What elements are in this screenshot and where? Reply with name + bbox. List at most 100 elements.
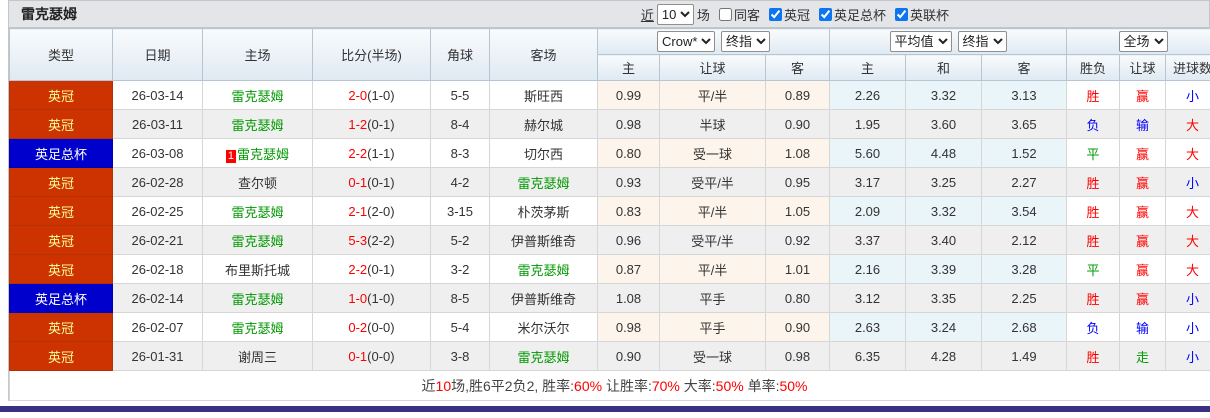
odds-home: 1.08 [597,283,660,313]
table-row: 英冠 26-01-31 谢周三 0-1(0-0) 3-8 雷克瑟姆 0.90 受一球 0.98 6… [9,341,1210,371]
match-date: 26-02-21 [112,225,203,255]
away-team: 斯旺西 [489,80,598,110]
match-score: 2-2(0-1) [312,254,431,284]
result-goals: 大 [1165,196,1210,226]
summary-stat-value: 70% [651,377,680,394]
match-date: 26-02-07 [112,312,203,342]
home-team: 雷克瑟姆 [202,109,313,139]
table-row: 英冠 26-02-21 雷克瑟姆 5-3(2-2) 5-2 伊普斯维奇 0.96 受平/半 0.… [9,225,1210,255]
result-handicap: 赢 [1119,138,1167,168]
avg-draw: 4.28 [905,341,982,371]
fulltime-score: 0-2 [348,319,368,335]
home-team: 雷克瑟姆 [202,225,313,255]
avg-away: 2.12 [980,225,1068,255]
match-score: 0-1(0-0) [312,341,431,371]
odds-handicap: 平/半 [659,254,766,284]
table-row: 英冠 26-03-14 雷克瑟姆 2-0(1-0) 5-5 斯旺西 0.99 平/半 0.89 2… [9,80,1210,110]
corner-count: 5-2 [430,225,490,255]
avg-draw: 3.40 [905,225,982,255]
avg-home: 3.12 [829,283,906,313]
match-date: 26-02-18 [112,254,203,284]
avg-draw: 4.48 [905,138,982,168]
corner-count: 5-4 [430,312,490,342]
odds-handicap: 平手 [659,312,766,342]
match-score: 1-2(0-1) [312,109,431,139]
recent-count-select[interactable]: 10 [656,3,694,25]
odds-home: 0.98 [597,109,660,139]
filter-facup-checkbox[interactable] [818,7,832,21]
col-header-score: 比分(半场) [312,28,431,81]
summary-text: 单率: [743,377,780,394]
result-wdl: 平 [1066,138,1121,168]
result-wdl: 胜 [1066,167,1121,197]
halftime-score: (1-0) [367,87,395,103]
fulltime-score: 2-0 [348,87,368,103]
avg-stage-select[interactable]: 终指 [957,31,1007,52]
match-date: 26-01-31 [112,341,203,371]
filter-controls: 近 10 场 同客 英冠 英足总杯 英联杯 [641,3,949,25]
filter-league-checkbox[interactable] [768,7,782,21]
match-rows: 英冠 26-03-14 雷克瑟姆 2-0(1-0) 5-5 斯旺西 0.99 平/半 0.89 2… [9,80,1210,371]
home-team: 雷克瑟姆 [202,283,313,313]
odds-away: 0.89 [765,80,830,110]
scope-select[interactable]: 全场 [1118,31,1168,52]
odds-away: 1.01 [765,254,830,284]
result-goals: 大 [1165,254,1210,284]
subcol-odds-home: 主 [597,54,660,81]
stats-panel: 雷克瑟姆 近 10 场 同客 英冠 英足总杯 英联杯 类型 日期 主场 比分(半… [8,0,1210,401]
avg-home: 2.09 [829,196,906,226]
home-team-name: 雷克瑟姆 [237,146,290,162]
avg-draw: 3.32 [905,80,982,110]
result-group-header: 全场 [1066,28,1210,55]
home-team-name: 雷克瑟姆 [231,204,284,220]
avg-away: 3.65 [980,109,1068,139]
result-wdl: 负 [1066,312,1121,342]
avg-away: 2.27 [980,167,1068,197]
result-goals: 小 [1165,80,1210,110]
match-date: 26-02-28 [112,167,203,197]
subcol-avg-draw: 和 [905,54,982,81]
avg-home: 2.16 [829,254,906,284]
home-team-name: 雷克瑟姆 [231,88,284,104]
result-goals: 大 [1165,109,1210,139]
table-row: 英冠 26-02-07 雷克瑟姆 0-2(0-0) 5-4 米尔沃尔 0.98 平手 0.90 2… [9,312,1210,342]
table-row: 英冠 26-02-18 布里斯托城 2-2(0-1) 3-2 雷克瑟姆 0.87 平/半 1.0… [9,254,1210,284]
match-score: 5-3(2-2) [312,225,431,255]
odds-stage-select[interactable]: 终指 [721,31,770,52]
fulltime-score: 1-0 [348,290,368,306]
subcol-avg-home: 主 [829,54,906,81]
corner-count: 5-5 [430,80,490,110]
away-team-name: 雷克瑟姆 [517,349,570,365]
summary-stat-value: 50% [715,377,744,394]
match-type-badge: 英冠 [9,225,113,255]
match-score: 0-2(0-0) [312,312,431,342]
halftime-score: (0-0) [367,319,395,335]
odds-company-select[interactable]: Crow* [657,31,715,52]
fulltime-score: 1-2 [348,116,368,132]
recent-link[interactable]: 近 [641,5,654,24]
home-team: 谢周三 [202,341,313,371]
avg-company-select[interactable]: 平均值 [889,31,952,52]
match-score: 2-2(1-1) [312,138,431,168]
summary-text: 近 [421,377,436,394]
away-team-name: 斯旺西 [523,88,563,104]
odds-home: 0.80 [597,138,660,168]
away-team: 赫尔城 [489,109,598,139]
fulltime-score: 2-2 [348,145,368,161]
away-team-name: 切尔西 [523,146,563,162]
summary-text: 让胜率: [602,377,652,394]
odds-home: 0.87 [597,254,660,284]
filter-leaguecup-checkbox[interactable] [894,7,908,21]
halftime-score: (0-1) [367,261,395,277]
subcol-result-line: 让球 [1119,54,1167,81]
match-type-badge: 英冠 [9,312,113,342]
odds-handicap: 平手 [659,283,766,313]
matches-table: 类型 日期 主场 比分(半场) 角球 客场 Crow* 终指 平均值 终指 全场… [8,28,1210,401]
match-date: 26-02-14 [112,283,203,313]
halftime-score: (0-1) [367,116,395,132]
avg-away: 3.54 [980,196,1068,226]
same-away-checkbox[interactable] [718,7,732,21]
corner-count: 8-5 [430,283,490,313]
avg-draw: 3.39 [905,254,982,284]
match-type-badge: 英足总杯 [9,283,113,313]
